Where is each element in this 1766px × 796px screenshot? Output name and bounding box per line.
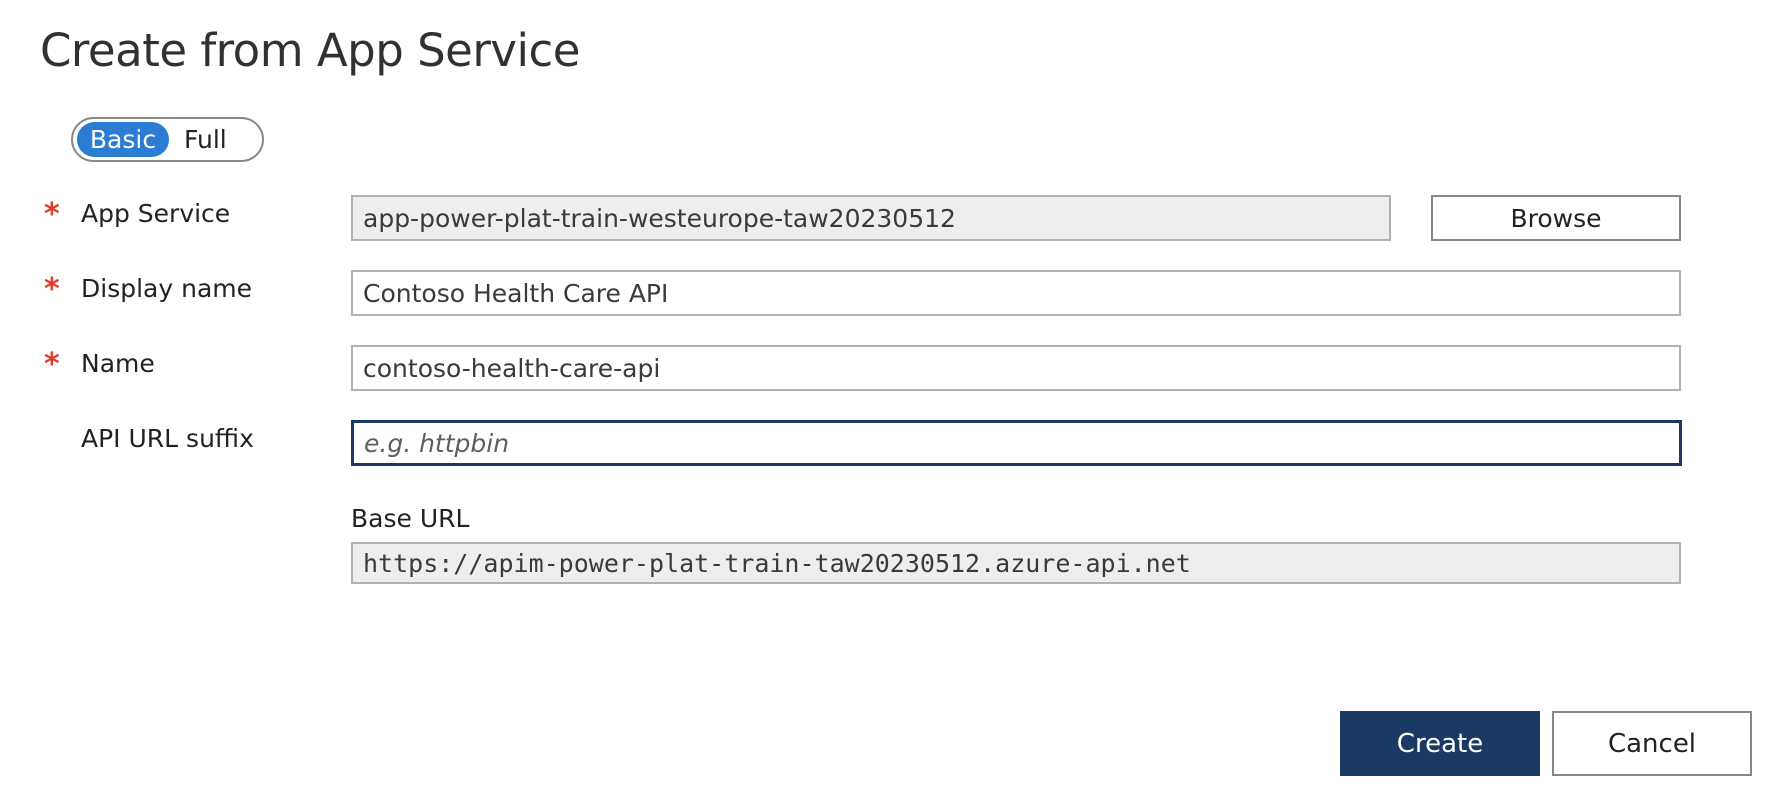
display-name-value: Contoso Health Care API xyxy=(363,278,669,308)
app-service-label: App Service xyxy=(81,199,231,228)
name-value: contoso-health-care-api xyxy=(363,353,661,383)
dialog-title: Create from App Service xyxy=(40,24,580,77)
app-service-field[interactable]: app-power-plat-train-westeurope-taw20230… xyxy=(351,195,1391,241)
required-marker: * xyxy=(44,272,60,307)
required-marker: * xyxy=(44,197,60,232)
toggle-option-basic[interactable]: Basic xyxy=(77,122,169,157)
app-service-value: app-power-plat-train-westeurope-taw20230… xyxy=(363,203,956,233)
name-label: Name xyxy=(81,349,155,378)
browse-button[interactable]: Browse xyxy=(1431,195,1681,241)
api-url-suffix-placeholder: e.g. httpbin xyxy=(364,428,510,458)
create-button[interactable]: Create xyxy=(1340,711,1540,776)
api-url-suffix-field[interactable]: e.g. httpbin xyxy=(351,420,1682,466)
cancel-button[interactable]: Cancel xyxy=(1552,711,1752,776)
name-field[interactable]: contoso-health-care-api xyxy=(351,345,1681,391)
display-name-label: Display name xyxy=(81,274,252,303)
display-name-field[interactable]: Contoso Health Care API xyxy=(351,270,1681,316)
base-url-field: https://apim-power-plat-train-taw2023051… xyxy=(351,542,1681,584)
required-marker: * xyxy=(44,347,60,382)
base-url-label: Base URL xyxy=(351,504,470,533)
toggle-option-full[interactable]: Full xyxy=(169,122,242,157)
base-url-value: https://apim-power-plat-train-taw2023051… xyxy=(363,548,1191,578)
mode-toggle[interactable]: Basic Full xyxy=(71,117,264,162)
api-url-suffix-label: API URL suffix xyxy=(81,424,254,453)
